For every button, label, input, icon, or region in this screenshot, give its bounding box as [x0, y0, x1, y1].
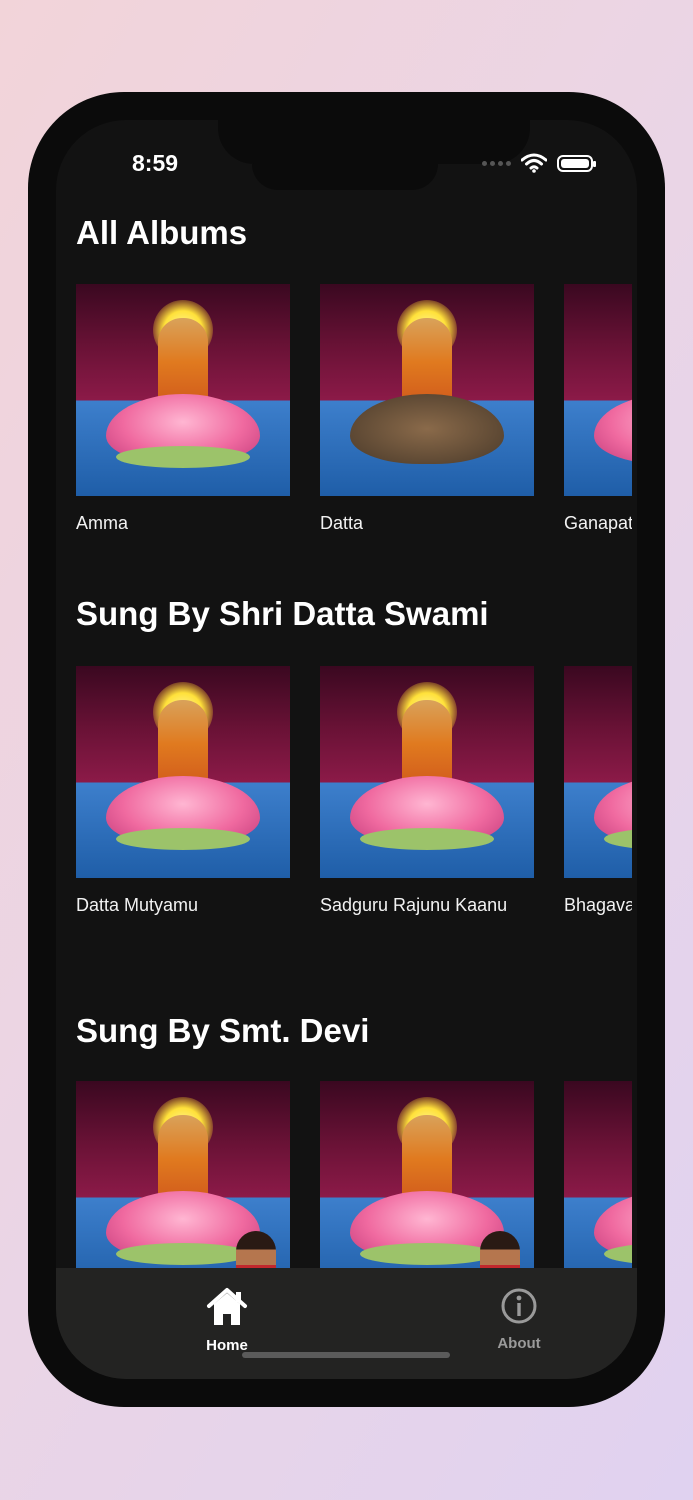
album-card[interactable]: Datta — [320, 284, 534, 534]
album-cover-image — [320, 666, 534, 878]
album-card[interactable]: Sadguru Rajunu Kaanu — [320, 666, 534, 916]
album-title: Datta — [320, 513, 364, 533]
album-cover-image — [76, 666, 290, 878]
album-cover-image — [564, 666, 632, 878]
album-card[interactable]: Bhagavad — [564, 666, 632, 916]
tab-bar: Home About — [56, 1268, 637, 1379]
wifi-icon — [521, 153, 547, 173]
tab-home[interactable]: Home — [167, 1286, 287, 1354]
app-screen: 8:59 All Albums Amma Datta Ganapati Sung… — [56, 120, 637, 1379]
phone-frame: 8:59 All Albums Amma Datta Ganapati Sung… — [28, 92, 665, 1407]
section-title-smt-devi: Sung By Smt. Devi — [76, 1012, 370, 1049]
album-card[interactable]: Ganapati — [564, 284, 632, 534]
album-title: Ganapati — [564, 513, 632, 533]
cellular-signal-icon — [482, 160, 511, 166]
section-title-datta-swami: Sung By Shri Datta Swami — [76, 595, 489, 632]
home-icon — [207, 1288, 247, 1325]
dynamic-island — [252, 164, 438, 190]
album-row-datta-swami[interactable]: Datta Mutyamu Sadguru Rajunu Kaanu Bhaga… — [76, 666, 632, 926]
battery-icon — [557, 154, 596, 172]
album-cover-image — [320, 1081, 534, 1293]
album-cover-image — [564, 284, 632, 496]
album-cover-image — [76, 284, 290, 496]
status-time: 8:59 — [132, 150, 179, 176]
tab-about[interactable]: About — [459, 1286, 579, 1352]
album-row-all-albums[interactable]: Amma Datta Ganapati — [76, 284, 632, 544]
album-card[interactable]: Amma — [76, 284, 290, 534]
status-icons — [482, 153, 596, 173]
tab-about-label: About — [497, 1335, 541, 1352]
album-card[interactable]: Datta Mutyamu — [76, 666, 290, 916]
section-title-all-albums: All Albums — [76, 214, 248, 251]
album-cover-image — [320, 284, 534, 496]
album-title: Bhagavad — [564, 895, 632, 915]
album-title: Datta Mutyamu — [76, 895, 199, 915]
info-icon — [501, 1288, 537, 1324]
album-cover-image — [76, 1081, 290, 1293]
home-indicator — [242, 1352, 450, 1358]
album-title: Sadguru Rajunu Kaanu — [320, 895, 508, 915]
album-cover-image — [564, 1081, 632, 1293]
album-title: Amma — [76, 513, 129, 533]
